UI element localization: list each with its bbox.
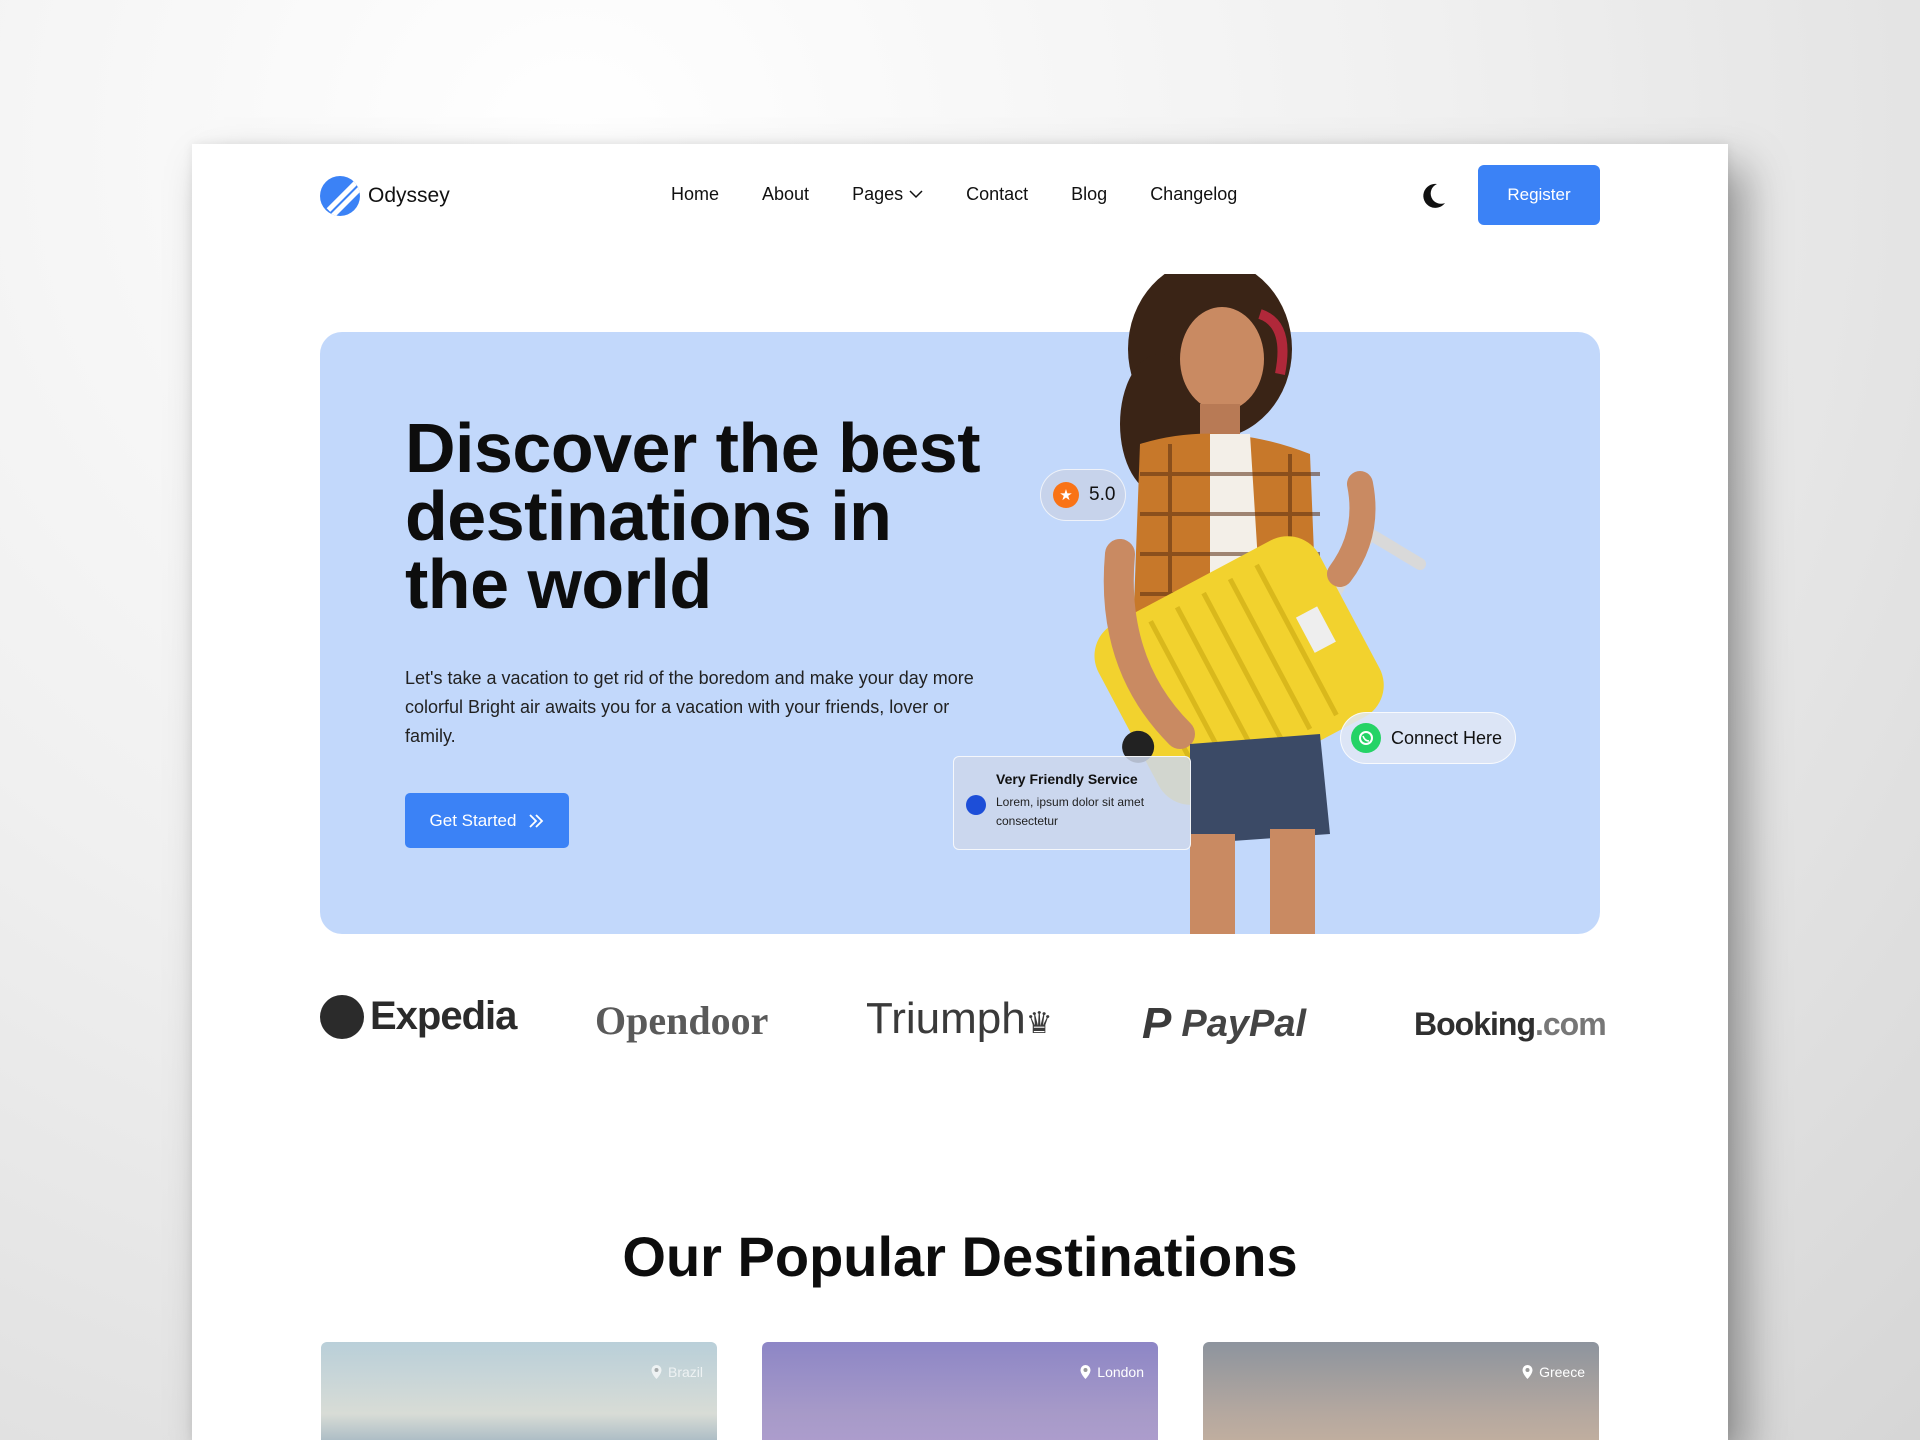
hero-title: Discover the best destinations in the wo… — [405, 409, 981, 623]
destination-card-brazil[interactable]: Brazil — [321, 1342, 717, 1440]
map-pin-icon — [1522, 1365, 1533, 1379]
chevron-down-icon — [909, 190, 923, 199]
get-started-button[interactable]: Get Started — [405, 793, 569, 848]
expedia-logo: Expedia — [320, 994, 517, 1039]
opendoor-logo: Opendoor — [595, 998, 769, 1043]
nav-blog[interactable]: Blog — [1071, 184, 1107, 205]
brand-name: Odyssey — [368, 184, 450, 207]
whatsapp-icon — [1351, 723, 1381, 753]
paypal-logo: P PayPal — [1142, 999, 1306, 1049]
booking-suffix: .com — [1534, 1006, 1607, 1042]
main-nav: Home About Pages Contact Blog Changelog — [671, 184, 1237, 205]
nav-pages-label: Pages — [852, 184, 904, 204]
brand-logo[interactable]: Odyssey — [320, 176, 450, 216]
odyssey-logo-icon — [320, 176, 360, 216]
landing-page: Odyssey Home About Pages Contact Blog Ch… — [192, 144, 1728, 1440]
rating-badge: ★ 5.0 — [1040, 469, 1126, 521]
connect-here-button[interactable]: Connect Here — [1340, 712, 1516, 764]
location-name: Greece — [1539, 1364, 1585, 1380]
paypal-text: PayPal — [1181, 1002, 1307, 1045]
location-name: Brazil — [667, 1364, 703, 1380]
expedia-text: Expedia — [370, 994, 517, 1038]
star-icon: ★ — [1053, 482, 1079, 508]
location-tag: Brazil — [651, 1364, 703, 1380]
location-name: London — [1097, 1364, 1144, 1380]
location-tag: Greece — [1522, 1364, 1585, 1380]
map-pin-icon — [651, 1365, 662, 1379]
nav-home[interactable]: Home — [671, 184, 719, 205]
service-card: Very Friendly Service Lorem, ipsum dolor… — [953, 756, 1191, 850]
map-pin-icon — [1080, 1365, 1091, 1379]
nav-about[interactable]: About — [762, 184, 809, 205]
moon-icon[interactable] — [1417, 180, 1449, 212]
booking-logo: Booking.com — [1414, 1006, 1607, 1043]
nav-contact[interactable]: Contact — [966, 184, 1028, 205]
hero-description: Let's take a vacation to get rid of the … — [405, 668, 974, 746]
connect-label: Connect Here — [1391, 727, 1503, 748]
chevrons-right-icon — [529, 813, 544, 828]
rating-value: 5.0 — [1089, 484, 1116, 505]
get-started-label: Get Started — [429, 810, 517, 830]
chat-heart-icon — [966, 795, 986, 815]
destination-card-london[interactable]: London — [762, 1342, 1158, 1440]
paypal-p-icon: P — [1142, 999, 1172, 1048]
expedia-plane-icon — [320, 994, 364, 1039]
service-text: Lorem, ipsum dolor sit amet consectetur — [996, 795, 1145, 828]
nav-pages[interactable]: Pages — [852, 184, 923, 205]
nav-changelog[interactable]: Changelog — [1150, 184, 1237, 205]
location-tag: London — [1080, 1364, 1144, 1380]
booking-text: Booking — [1414, 1006, 1536, 1042]
triumph-logo: Triumph♛ — [866, 994, 1053, 1044]
register-button[interactable]: Register — [1478, 165, 1600, 225]
destinations-title: Our Popular Destinations — [622, 1225, 1298, 1288]
service-title: Very Friendly Service — [996, 771, 1138, 787]
crown-icon: ♛ — [1025, 1007, 1053, 1040]
destination-card-greece[interactable]: Greece — [1203, 1342, 1599, 1440]
triumph-text: Triumph — [866, 994, 1026, 1043]
